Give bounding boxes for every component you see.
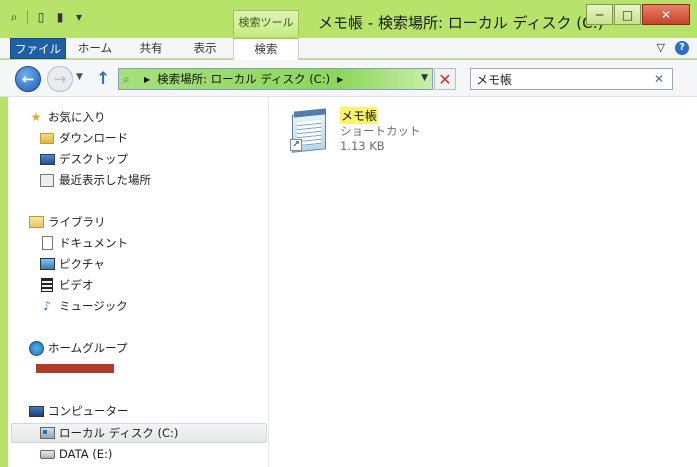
nav-libraries[interactable]: ライブラリ <box>28 212 106 232</box>
picture-icon <box>39 256 55 272</box>
computer-icon <box>28 403 44 419</box>
clear-search-icon[interactable]: ✕ <box>654 72 664 86</box>
properties-icon[interactable]: ▯ <box>33 9 49 25</box>
nav-downloads[interactable]: ダウンロード <box>39 128 128 148</box>
nav-local-disk-c[interactable]: ローカル ディスク (C:) <box>11 423 267 443</box>
nav-documents[interactable]: ドキュメント <box>39 233 128 253</box>
result-size: 1.13 KB <box>340 139 385 153</box>
result-type: ショートカット <box>340 124 421 138</box>
address-dropdown-icon[interactable]: ▼ <box>421 73 428 83</box>
close-button[interactable]: ✕ <box>642 4 690 25</box>
search-location-icon: ⌕ <box>123 71 130 86</box>
nav-label: ミュージック <box>59 299 128 313</box>
downloads-icon <box>39 130 55 146</box>
notepad-icon: ↗ <box>286 107 334 155</box>
shortcut-arrow-icon: ↗ <box>290 139 302 151</box>
homegroup-icon <box>28 340 44 356</box>
new-folder-icon[interactable]: ▮ <box>52 9 68 25</box>
quick-access-toolbar: ⌕ ▯ ▮ ▾ <box>6 9 87 25</box>
qat-dropdown-icon[interactable]: ▾ <box>71 9 87 25</box>
nav-label: ローカル ディスク (C:) <box>59 426 179 440</box>
ribbon-tabs: ファイル ホーム 共有 表示 検索 ▽ ? <box>0 38 697 60</box>
result-name: メモ帳 <box>340 107 379 124</box>
desktop-icon <box>39 151 55 167</box>
chevron-right-icon[interactable]: ▶ <box>144 75 150 84</box>
ribbon-right-controls: ▽ ? <box>657 41 689 55</box>
up-button[interactable]: ↑ <box>96 69 110 89</box>
nav-label: デスクトップ <box>59 152 128 166</box>
video-icon <box>39 277 55 293</box>
nav-videos[interactable]: ビデオ <box>39 275 94 295</box>
library-icon <box>28 214 44 230</box>
recent-locations-icon[interactable]: ▼ <box>76 72 83 82</box>
music-icon: ♪ <box>43 299 51 313</box>
hard-disk-icon <box>39 425 55 441</box>
navigation-pane: ★ お気に入り ダウンロード デスクトップ 最近表示した場所 ライブラリ ドキュ… <box>8 97 269 467</box>
nav-homegroup[interactable]: ホームグループ <box>28 338 127 358</box>
nav-desktop[interactable]: デスクトップ <box>39 149 128 169</box>
window-title: メモ帳 - 検索場所: ローカル ディスク (C:) <box>318 14 604 32</box>
address-toolbar: ← → ▼ ↑ ⌕ ▶ 検索場所: ローカル ディスク (C:) ▶ ▼ ✕ メ… <box>0 60 697 97</box>
help-icon[interactable]: ? <box>675 41 689 55</box>
nav-label: ダウンロード <box>59 131 128 145</box>
nav-label: 最近表示した場所 <box>59 173 151 187</box>
document-icon <box>39 235 55 251</box>
recent-places-icon <box>39 172 55 188</box>
nav-label: ライブラリ <box>48 215 106 229</box>
window-controls: ─ □ ✕ <box>586 4 690 25</box>
nav-label: コンピューター <box>48 404 129 418</box>
nav-data-e[interactable]: DATA (E:) <box>39 444 112 464</box>
search-tools-header: 検索ツール <box>233 10 299 36</box>
nav-pictures[interactable]: ピクチャ <box>39 254 105 274</box>
title-bar: ⌕ ▯ ▮ ▾ 検索ツール メモ帳 - 検索場所: ローカル ディスク (C:)… <box>0 0 697 38</box>
search-input-value: メモ帳 <box>476 72 513 87</box>
explorer-body: ★ お気に入り ダウンロード デスクトップ 最近表示した場所 ライブラリ ドキュ… <box>8 97 697 467</box>
maximize-button[interactable]: □ <box>614 4 641 25</box>
back-button[interactable]: ← <box>15 66 41 92</box>
breadcrumb[interactable]: 検索場所: ローカル ディスク (C:) <box>157 71 330 87</box>
search-result-item[interactable]: ↗ メモ帳 ショートカット 1.13 KB <box>286 105 446 165</box>
divider <box>27 10 28 24</box>
nav-label: ホームグループ <box>48 341 128 355</box>
nav-recent-places[interactable]: 最近表示した場所 <box>39 170 151 190</box>
expand-ribbon-icon[interactable]: ▽ <box>657 41 665 55</box>
address-bar[interactable]: ⌕ ▶ 検索場所: ローカル ディスク (C:) ▶ ▼ <box>118 68 433 90</box>
tab-file[interactable]: ファイル <box>10 38 66 59</box>
nav-label: ドキュメント <box>59 236 128 250</box>
chevron-right-icon[interactable]: ▶ <box>337 75 343 84</box>
nav-label: ピクチャ <box>59 257 105 271</box>
tab-search[interactable]: 検索 <box>233 38 299 60</box>
search-input[interactable]: メモ帳 ✕ <box>470 68 673 90</box>
star-icon: ★ <box>30 110 42 124</box>
redacted-user <box>36 364 114 373</box>
nav-label: お気に入り <box>48 110 106 124</box>
nav-computer[interactable]: コンピューター <box>28 401 129 421</box>
nav-label: ビデオ <box>59 278 94 292</box>
forward-button[interactable]: → <box>47 66 73 92</box>
nav-favorites[interactable]: ★ お気に入り <box>28 107 106 127</box>
minimize-button[interactable]: ─ <box>586 4 613 25</box>
tab-view[interactable]: 表示 <box>180 38 230 59</box>
drive-icon <box>39 446 55 462</box>
search-icon[interactable]: ⌕ <box>6 9 22 25</box>
nav-music[interactable]: ♪ ミュージック <box>39 296 128 316</box>
stop-search-button[interactable]: ✕ <box>434 68 456 90</box>
tab-home[interactable]: ホーム <box>70 38 120 59</box>
tab-share[interactable]: 共有 <box>126 38 176 59</box>
nav-label: DATA (E:) <box>59 447 113 461</box>
